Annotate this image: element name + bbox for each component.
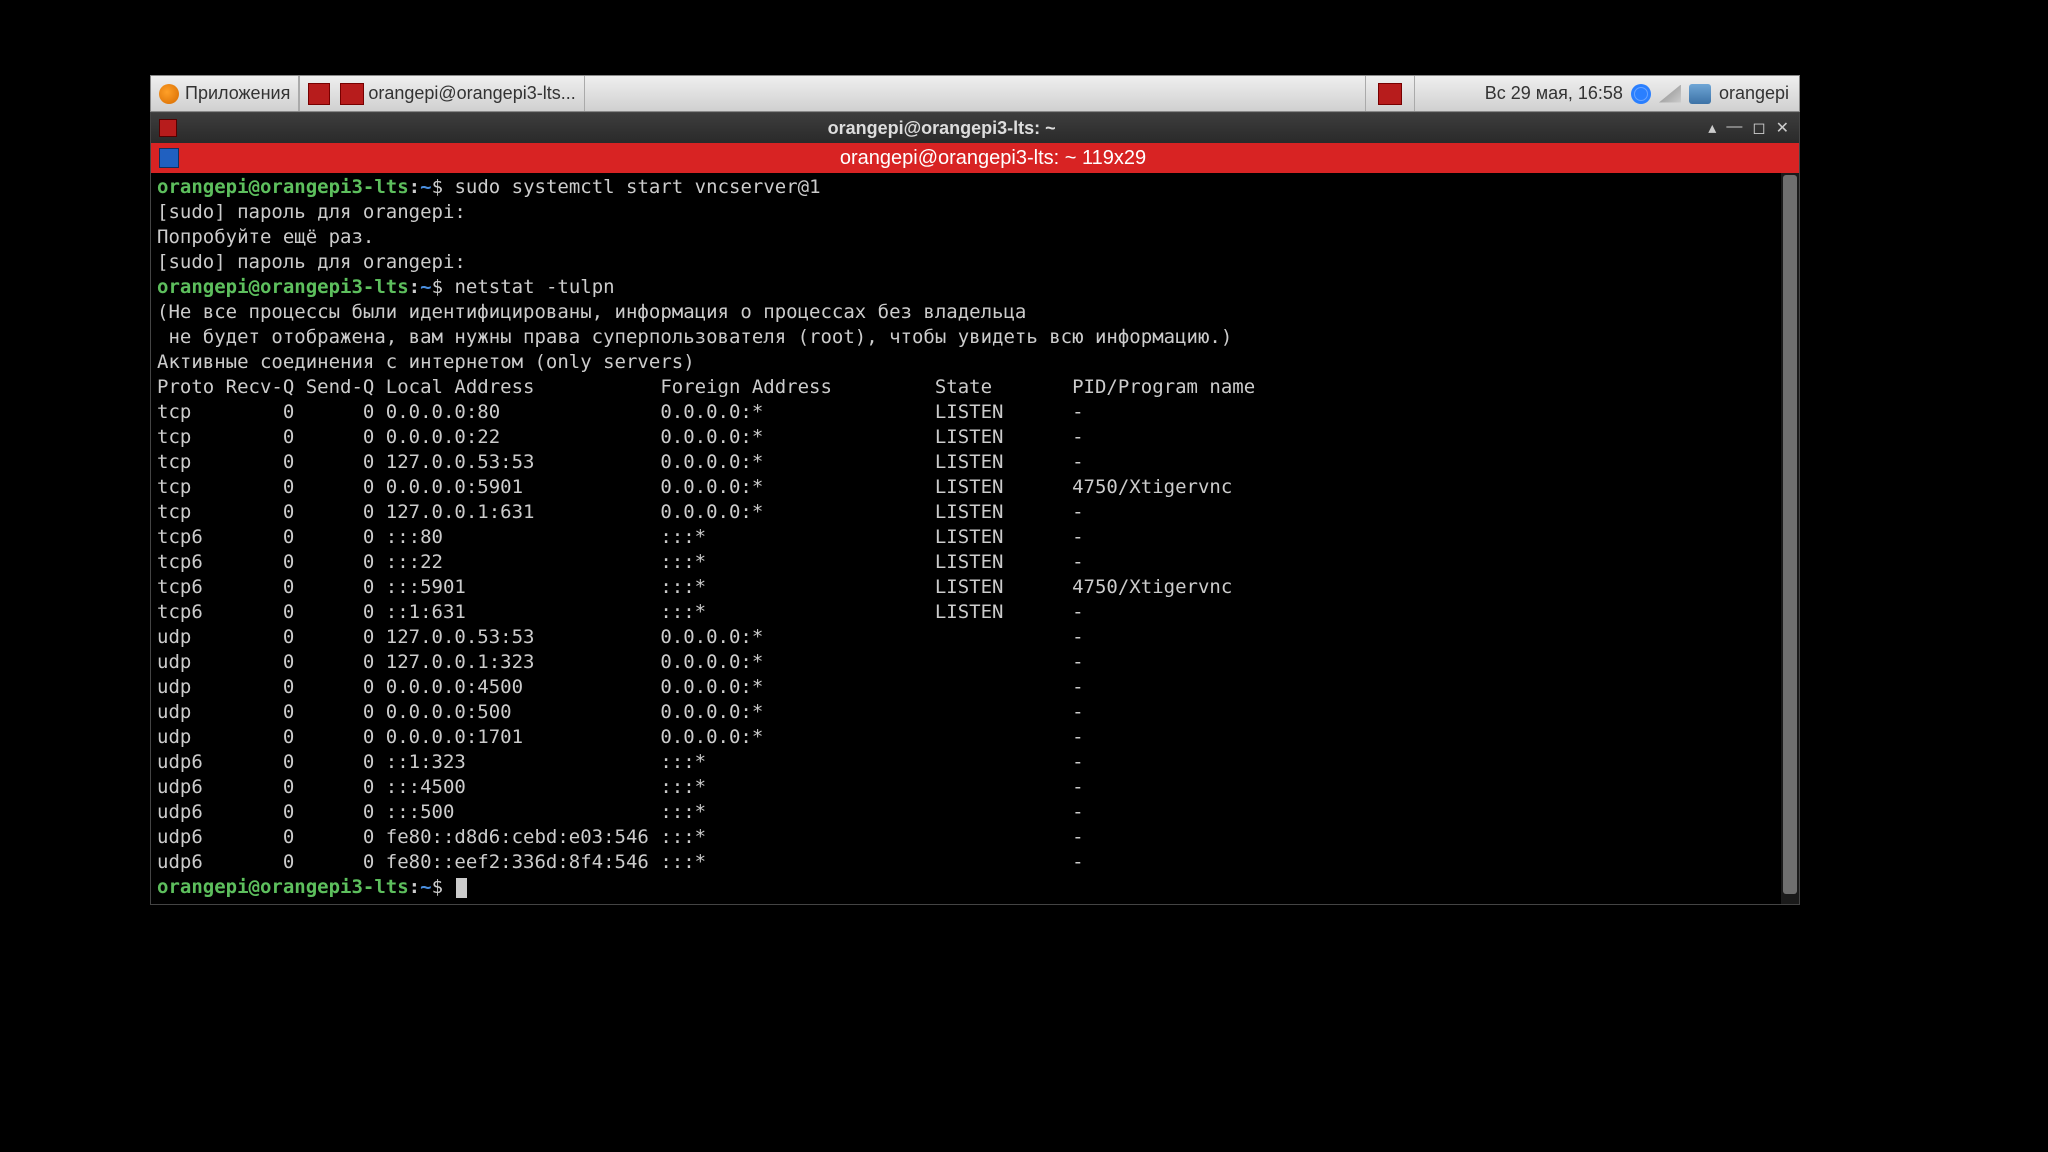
netstat-row: tcp 0 0 0.0.0.0:5901 0.0.0.0:* LISTEN 47… [157, 475, 1793, 500]
window-title: orangepi@orangepi3-lts: ~ [185, 118, 1698, 139]
applications-menu[interactable]: Приложения [151, 76, 299, 111]
cursor-icon [456, 878, 467, 898]
netstat-row: tcp 0 0 127.0.0.1:631 0.0.0.0:* LISTEN - [157, 500, 1793, 525]
netstat-row: udp 0 0 0.0.0.0:1701 0.0.0.0:* - [157, 725, 1793, 750]
terminal-line: [sudo] пароль для orangepi: [157, 250, 1793, 275]
panel-grid-icon [308, 83, 330, 105]
netstat-row: tcp6 0 0 :::80 :::* LISTEN - [157, 525, 1793, 550]
bluetooth-icon[interactable] [1631, 84, 1651, 104]
netstat-row: tcp6 0 0 ::1:631 :::* LISTEN - [157, 600, 1793, 625]
tray-red-icon [1378, 83, 1402, 105]
terminal-app-icon [340, 83, 364, 105]
terminal-line: (Не все процессы были идентифицированы, … [157, 300, 1793, 325]
terminal-line: не будет отображена, вам нужны права суп… [157, 325, 1793, 350]
volume-icon[interactable] [1689, 84, 1711, 104]
netstat-row: udp6 0 0 :::500 :::* - [157, 800, 1793, 825]
window-maximize-button[interactable]: ◻ [1752, 118, 1765, 138]
netstat-row: tcp6 0 0 :::5901 :::* LISTEN 4750/Xtiger… [157, 575, 1793, 600]
window-minimize-button[interactable]: — [1726, 118, 1742, 138]
netstat-row: udp6 0 0 ::1:323 :::* - [157, 750, 1793, 775]
terminal-line: orangepi@orangepi3-lts:~$ sudo systemctl… [157, 175, 1793, 200]
netstat-row: udp 0 0 0.0.0.0:4500 0.0.0.0:* - [157, 675, 1793, 700]
taskbar-item-terminal[interactable]: orangepi@orangepi3-lts... [299, 76, 584, 111]
taskbar-item-label: orangepi@orangepi3-lts... [368, 83, 575, 104]
terminal-prompt[interactable]: orangepi@orangepi3-lts:~$ [157, 875, 1793, 900]
terminal-line: [sudo] пароль для orangepi: [157, 200, 1793, 225]
netstat-row: tcp 0 0 0.0.0.0:22 0.0.0.0:* LISTEN - [157, 425, 1793, 450]
applications-label: Приложения [185, 83, 290, 104]
netstat-row: tcp 0 0 0.0.0.0:80 0.0.0.0:* LISTEN - [157, 400, 1793, 425]
terminal-window: orangepi@orangepi3-lts: ~ ▴ — ◻ ✕ orange… [150, 112, 1800, 905]
window-rollup-button[interactable]: ▴ [1708, 118, 1716, 138]
clock[interactable]: Вс 29 мая, 16:58 [1485, 83, 1623, 104]
terminal-tab-title[interactable]: orangepi@orangepi3-lts: ~ 119x29 [187, 147, 1799, 170]
netstat-row: udp 0 0 0.0.0.0:500 0.0.0.0:* - [157, 700, 1793, 725]
netstat-row: udp6 0 0 fe80::d8d6:cebd:e03:546 :::* - [157, 825, 1793, 850]
terminal-body[interactable]: orangepi@orangepi3-lts:~$ sudo systemctl… [151, 173, 1799, 904]
netstat-row: tcp 0 0 127.0.0.53:53 0.0.0.0:* LISTEN - [157, 450, 1793, 475]
orange-pi-icon [159, 84, 179, 104]
window-app-icon [159, 119, 177, 137]
netstat-row: udp6 0 0 fe80::eef2:336d:8f4:546 :::* - [157, 850, 1793, 875]
terminal-line: Активные соединения с интернетом (only s… [157, 350, 1793, 375]
terminal-line: Попробуйте ещё раз. [157, 225, 1793, 250]
terminal-line: orangepi@orangepi3-lts:~$ netstat -tulpn [157, 275, 1793, 300]
window-titlebar[interactable]: orangepi@orangepi3-lts: ~ ▴ — ◻ ✕ [151, 113, 1799, 143]
network-icon[interactable] [1659, 85, 1681, 103]
tray-red-indicator[interactable] [1365, 76, 1415, 111]
netstat-row: tcp6 0 0 :::22 :::* LISTEN - [157, 550, 1793, 575]
netstat-row: udp 0 0 127.0.0.1:323 0.0.0.0:* - [157, 650, 1793, 675]
window-close-button[interactable]: ✕ [1776, 118, 1789, 138]
terminal-scrollbar[interactable] [1781, 173, 1799, 904]
desktop-panel: Приложения orangepi@orangepi3-lts... Вс … [150, 75, 1800, 112]
terminal-scrollbar-thumb[interactable] [1783, 175, 1797, 894]
terminal-tab-icon [159, 148, 179, 168]
user-menu[interactable]: orangepi [1719, 83, 1789, 104]
netstat-row: udp6 0 0 :::4500 :::* - [157, 775, 1793, 800]
netstat-header: Proto Recv-Q Send-Q Local Address Foreig… [157, 375, 1793, 400]
netstat-row: udp 0 0 127.0.0.53:53 0.0.0.0:* - [157, 625, 1793, 650]
terminal-tabbar: orangepi@orangepi3-lts: ~ 119x29 [151, 143, 1799, 173]
